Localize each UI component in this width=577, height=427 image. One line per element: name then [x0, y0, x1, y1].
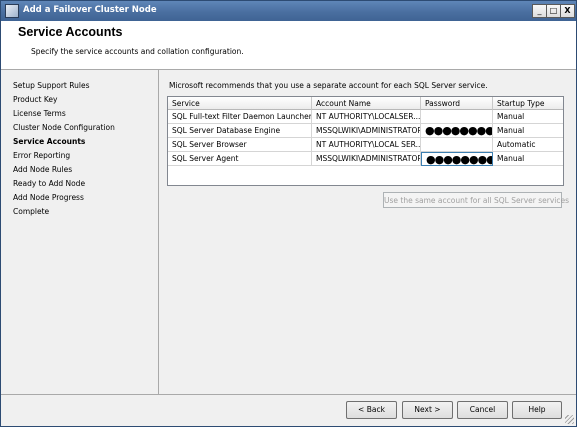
wizard-steps-nav: Setup Support Rules Product Key License …	[1, 70, 159, 394]
row-3-startup-type[interactable]: Automatic	[493, 138, 563, 152]
recommendation-text: Microsoft recommends that you use a sepa…	[169, 81, 488, 90]
row-3-password[interactable]	[421, 138, 493, 152]
column-header-startup-type[interactable]: Startup Type	[493, 97, 563, 110]
app-icon	[5, 4, 19, 18]
row-2-password[interactable]: ●●●●●●●●●●	[421, 124, 493, 138]
page-title: Service Accounts	[18, 25, 123, 39]
help-button[interactable]: Help	[512, 401, 562, 419]
step-complete: Complete	[13, 207, 50, 216]
next-button[interactable]: Next >	[402, 401, 453, 419]
cancel-button[interactable]: Cancel	[457, 401, 508, 419]
page-subtitle: Specify the service accounts and collati…	[31, 47, 244, 56]
row-4-account-name[interactable]: MSSQLWIKI\ADMINISTRATOR	[312, 152, 421, 166]
column-header-account-name[interactable]: Account Name	[312, 97, 421, 110]
row-2-account-name[interactable]: MSSQLWIKI\ADMINISTRATOR	[312, 124, 421, 138]
service-accounts-grid[interactable]: Service Account Name Password Startup Ty…	[167, 96, 564, 186]
row-1-service: SQL Full-text Filter Daemon Launcher	[168, 110, 312, 124]
row-4-startup-type[interactable]: Manual	[493, 152, 563, 166]
resize-grip-icon[interactable]	[565, 415, 574, 424]
maximize-button[interactable]: □	[546, 4, 561, 18]
column-header-service[interactable]: Service	[168, 97, 312, 110]
row-1-password[interactable]	[421, 110, 493, 124]
page-header: Service Accounts Specify the service acc…	[1, 21, 576, 70]
step-setup-support-rules: Setup Support Rules	[13, 81, 90, 90]
column-header-password[interactable]: Password	[421, 97, 493, 110]
row-3-service: SQL Server Browser	[168, 138, 312, 152]
step-product-key: Product Key	[13, 95, 58, 104]
row-1-startup-type[interactable]: Manual	[493, 110, 563, 124]
close-button[interactable]: X	[560, 4, 575, 18]
row-2-service: SQL Server Database Engine	[168, 124, 312, 138]
step-add-node-rules: Add Node Rules	[13, 165, 73, 174]
step-cluster-node-configuration: Cluster Node Configuration	[13, 123, 115, 132]
row-1-account-name[interactable]: NT AUTHORITY\LOCALSER...	[312, 110, 421, 124]
step-error-reporting: Error Reporting	[13, 151, 71, 160]
step-license-terms: License Terms	[13, 109, 66, 118]
step-service-accounts: Service Accounts	[13, 137, 86, 146]
row-4-service: SQL Server Agent	[168, 152, 312, 166]
back-button[interactable]: < Back	[346, 401, 397, 419]
dialog-window: Add a Failover Cluster Node _ □ X Servic…	[0, 0, 577, 427]
window-title: Add a Failover Cluster Node	[23, 5, 157, 15]
title-bar[interactable]: Add a Failover Cluster Node _ □ X	[1, 1, 576, 21]
use-same-account-button[interactable]: Use the same account for all SQL Server …	[383, 192, 569, 208]
row-3-account-name[interactable]: NT AUTHORITY\LOCAL SER...	[312, 138, 421, 152]
step-ready-to-add-node: Ready to Add Node	[13, 179, 86, 188]
row-4-password[interactable]: ●●●●●●●●●●	[421, 152, 493, 166]
minimize-button[interactable]: _	[532, 4, 547, 18]
row-2-startup-type[interactable]: Manual	[493, 124, 563, 138]
step-add-node-progress: Add Node Progress	[13, 193, 84, 202]
